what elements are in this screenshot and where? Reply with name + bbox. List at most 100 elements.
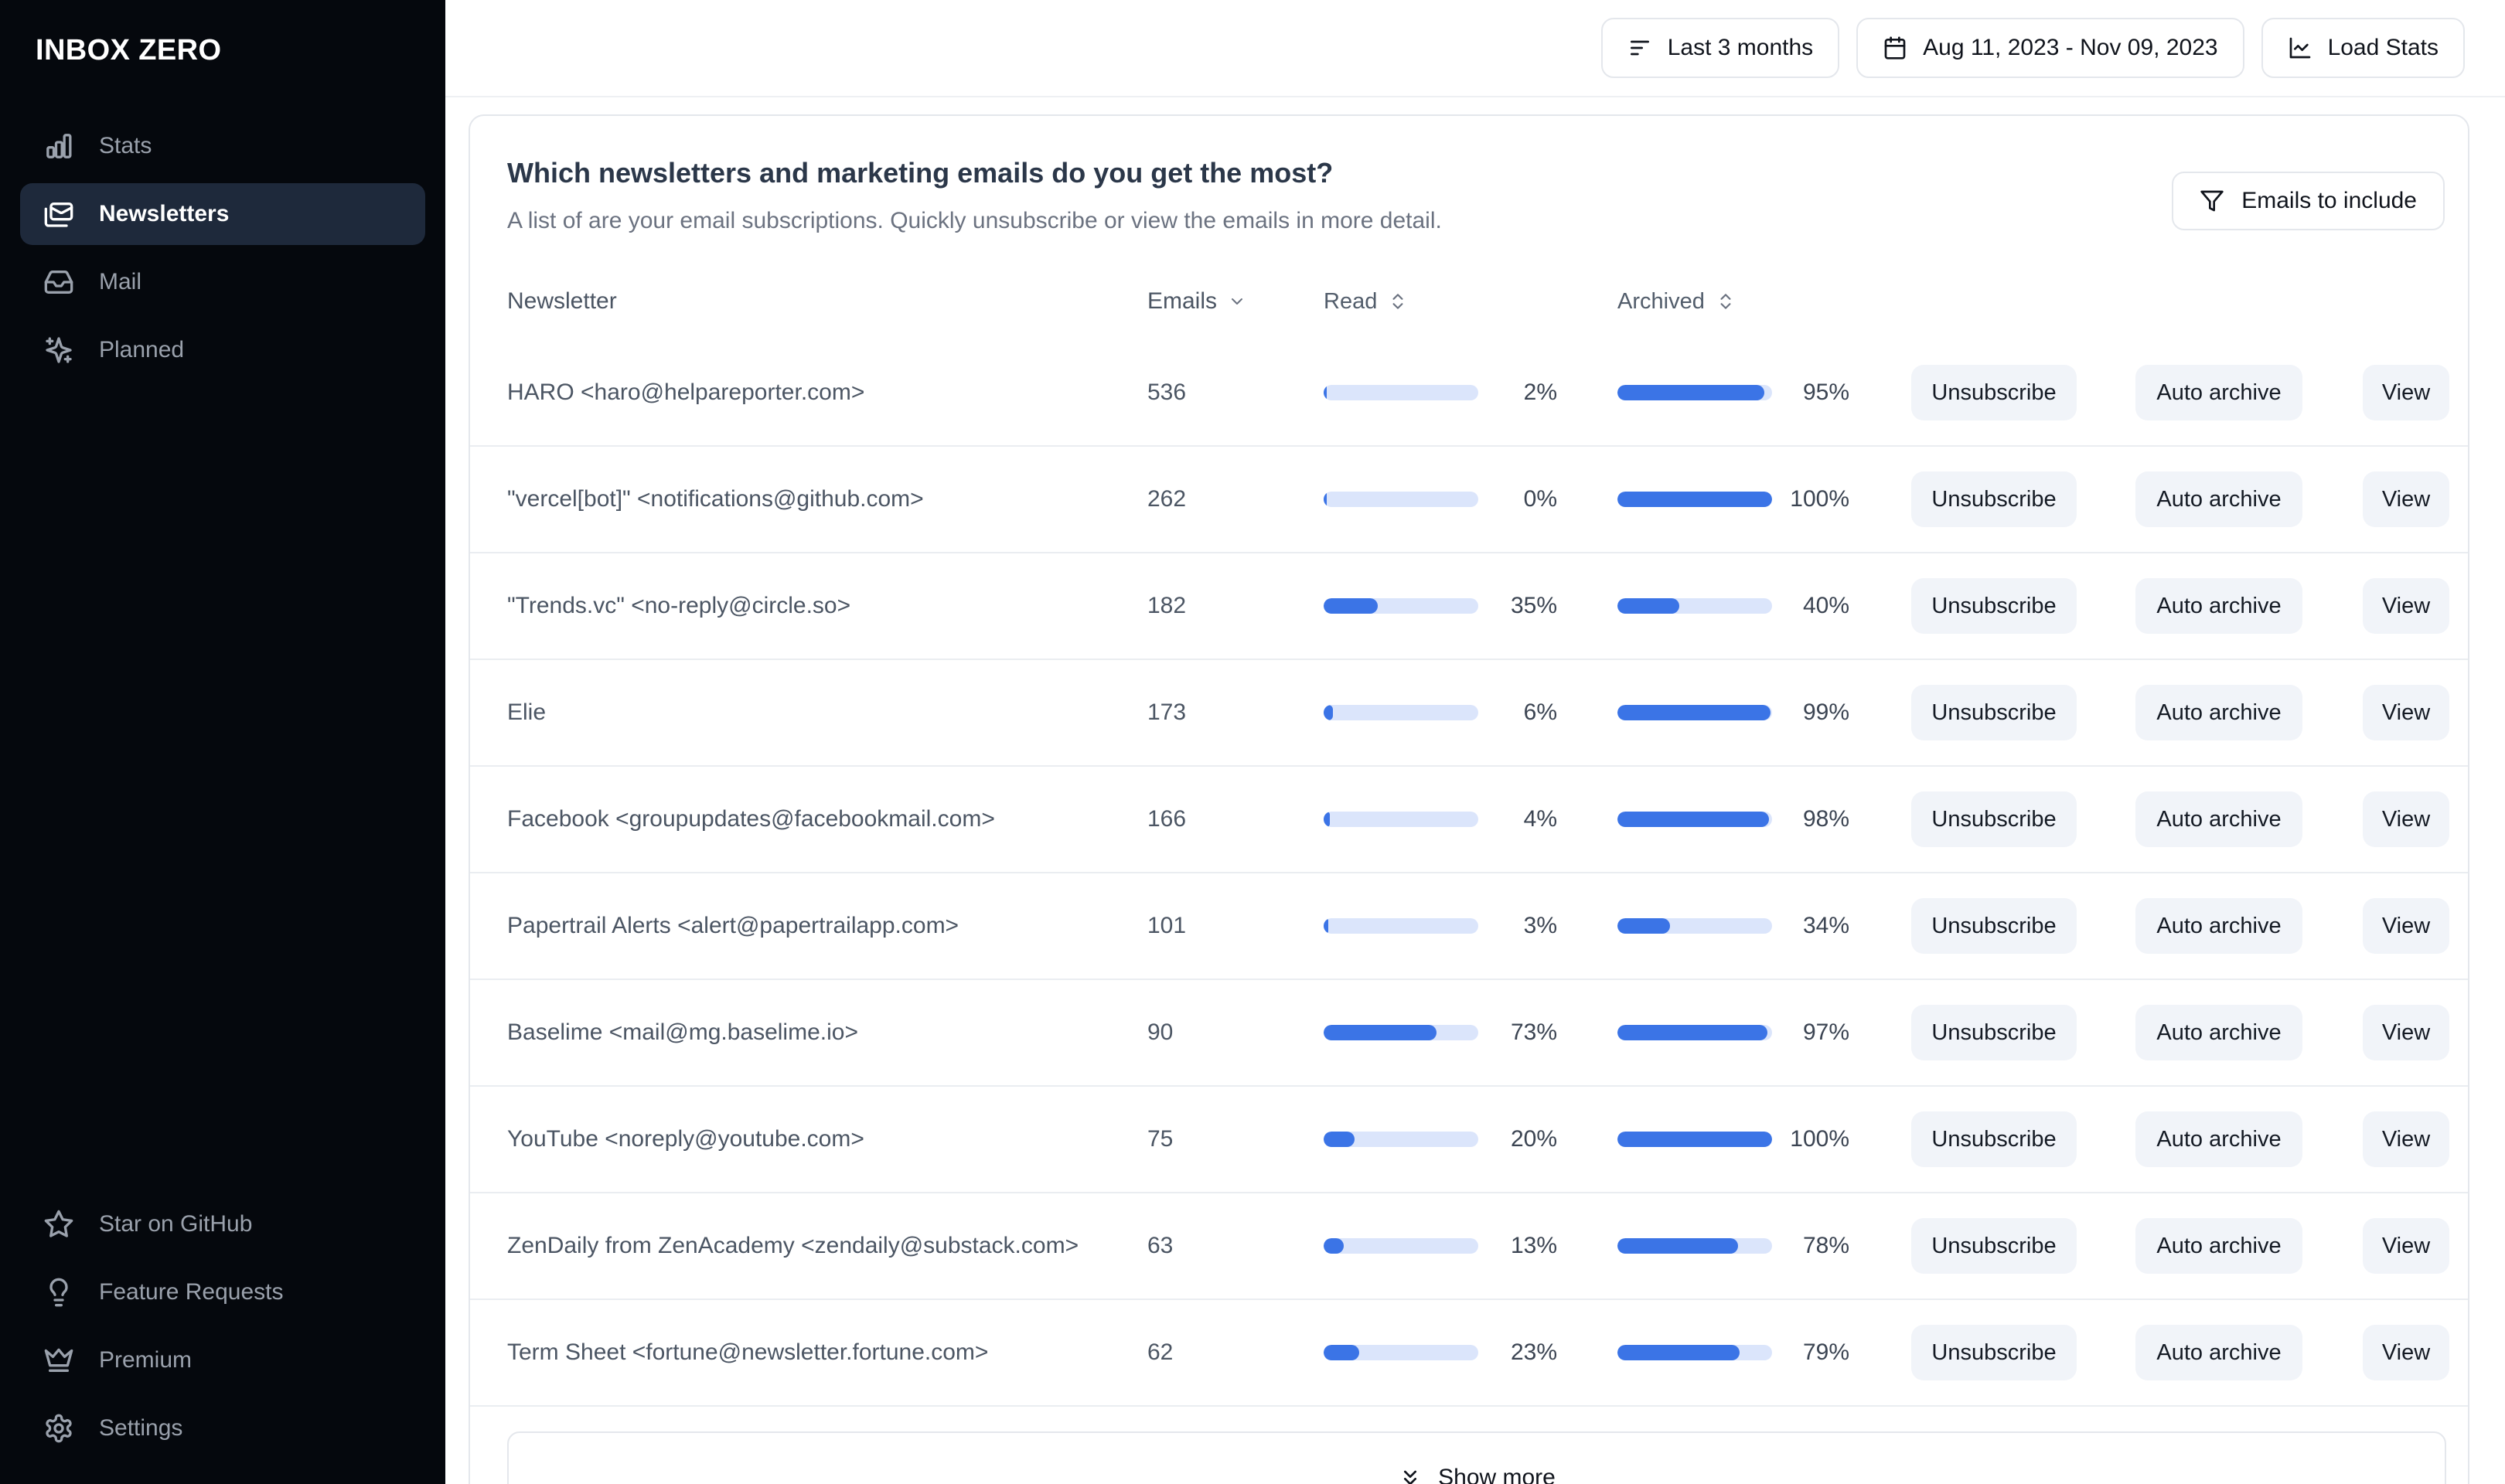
archived-cell: 34%	[1617, 913, 1849, 939]
archived-progress-fill	[1617, 1238, 1738, 1254]
unsubscribe-button[interactable]: Unsubscribe	[1911, 365, 2077, 420]
auto-archive-button[interactable]: Auto archive	[2135, 1325, 2302, 1380]
archived-progress-fill	[1617, 385, 1764, 400]
read-progress-fill	[1324, 598, 1378, 614]
auto-archive-button[interactable]: Auto archive	[2135, 1218, 2302, 1274]
show-more-button[interactable]: Show more	[507, 1431, 2446, 1484]
read-progress-bar	[1324, 1025, 1478, 1040]
view-button[interactable]: View	[2363, 898, 2449, 954]
read-progress-bar	[1324, 385, 1478, 400]
emails-count: 173	[1147, 699, 1187, 725]
view-button[interactable]: View	[2363, 1005, 2449, 1060]
newsletter-name: Term Sheet <fortune@newsletter.fortune.c…	[507, 1339, 989, 1365]
unsubscribe-button[interactable]: Unsubscribe	[1911, 898, 2077, 954]
view-button[interactable]: View	[2363, 1218, 2449, 1274]
table-row: YouTube <noreply@youtube.com> 75 20% 100% Un…	[470, 1087, 2468, 1193]
auto-archive-button[interactable]: Auto archive	[2135, 1005, 2302, 1060]
unsubscribe-button[interactable]: Unsubscribe	[1911, 1111, 2077, 1167]
sidebar-item-feature-requests[interactable]: Feature Requests	[20, 1261, 425, 1323]
header-archived[interactable]: Archived	[1617, 289, 1849, 315]
read-cell: 4%	[1324, 806, 1557, 832]
read-percent: 3%	[1523, 913, 1557, 938]
sidebar-footer-nav: Star on GitHub Feature Requests Premium Set…	[0, 1193, 445, 1484]
unsubscribe-button[interactable]: Unsubscribe	[1911, 578, 2077, 634]
header-read-label: Read	[1324, 288, 1378, 314]
sidebar-item-stats[interactable]: Stats	[20, 115, 425, 177]
archived-progress-bar	[1617, 598, 1772, 614]
sidebar-item-label: Feature Requests	[99, 1279, 284, 1305]
sidebar-item-label: Stats	[99, 133, 152, 158]
unsubscribe-button[interactable]: Unsubscribe	[1911, 1218, 2077, 1274]
auto-archive-button[interactable]: Auto archive	[2135, 365, 2302, 420]
page-subtitle: A list of are your email subscriptions. …	[507, 208, 1442, 233]
sidebar-item-star-on-github[interactable]: Star on GitHub	[20, 1193, 425, 1255]
sidebar-item-mail[interactable]: Mail	[20, 251, 425, 313]
view-button[interactable]: View	[2363, 365, 2449, 420]
archived-percent: 78%	[1802, 1233, 1849, 1258]
read-percent: 13%	[1510, 1233, 1557, 1258]
auto-archive-button[interactable]: Auto archive	[2135, 1111, 2302, 1167]
read-progress-bar	[1324, 812, 1478, 827]
archived-progress-bar	[1617, 1238, 1772, 1254]
chevrons-down-icon	[1398, 1465, 1423, 1484]
archived-progress-bar	[1617, 705, 1772, 720]
read-percent: 73%	[1510, 1019, 1557, 1045]
view-button[interactable]: View	[2363, 1325, 2449, 1380]
read-progress-bar	[1324, 1345, 1478, 1360]
read-progress-bar	[1324, 1132, 1478, 1147]
view-button[interactable]: View	[2363, 471, 2449, 527]
table-row: Facebook <groupupdates@facebookmail.com>…	[470, 767, 2468, 873]
topbar: Last 3 months Aug 11, 2023 - Nov 09, 202…	[445, 0, 2505, 97]
app-window: INBOX ZERO Stats Newsletters Mail Planned S…	[0, 0, 2505, 1484]
view-button[interactable]: View	[2363, 1111, 2449, 1167]
unsubscribe-button[interactable]: Unsubscribe	[1911, 1005, 2077, 1060]
unsubscribe-button[interactable]: Unsubscribe	[1911, 685, 2077, 740]
read-progress-bar	[1324, 705, 1478, 720]
read-progress-bar	[1324, 1238, 1478, 1254]
archived-progress-bar	[1617, 812, 1772, 827]
archived-progress-bar	[1617, 1132, 1772, 1147]
sidebar-item-newsletters[interactable]: Newsletters	[20, 183, 425, 245]
emails-count: 182	[1147, 593, 1187, 618]
emails-to-include-label: Emails to include	[2241, 188, 2417, 213]
auto-archive-button[interactable]: Auto archive	[2135, 898, 2302, 954]
sidebar: INBOX ZERO Stats Newsletters Mail Planned S…	[0, 0, 445, 1484]
read-progress-bar	[1324, 918, 1478, 934]
view-button[interactable]: View	[2363, 791, 2449, 847]
unsubscribe-button[interactable]: Unsubscribe	[1911, 471, 2077, 527]
table-row: Baselime <mail@mg.baselime.io> 90 73% 97% Un…	[470, 980, 2468, 1087]
date-preset-button[interactable]: Last 3 months	[1600, 18, 1840, 78]
read-percent: 35%	[1510, 593, 1557, 618]
sidebar-item-label: Star on GitHub	[99, 1211, 253, 1237]
archived-progress-fill	[1617, 1132, 1772, 1147]
header-emails[interactable]: Emails	[1147, 288, 1324, 315]
table-row: ZenDaily from ZenAcademy <zendaily@subst…	[470, 1193, 2468, 1300]
crown-icon	[43, 1345, 74, 1376]
auto-archive-button[interactable]: Auto archive	[2135, 471, 2302, 527]
lightbulb-icon	[43, 1277, 74, 1308]
emails-count: 536	[1147, 380, 1187, 405]
header-read[interactable]: Read	[1324, 289, 1557, 315]
view-button[interactable]: View	[2363, 578, 2449, 634]
read-cell: 73%	[1324, 1019, 1557, 1046]
emails-to-include-button[interactable]: Emails to include	[2172, 172, 2445, 230]
newsletter-name: "Trends.vc" <no-reply@circle.so>	[507, 593, 851, 618]
load-stats-button[interactable]: Load Stats	[2261, 18, 2465, 78]
view-button[interactable]: View	[2363, 685, 2449, 740]
table-row: Elie 173 6% 99% Unsubscribe Auto archive View	[470, 660, 2468, 767]
sidebar-item-label: Newsletters	[99, 201, 230, 226]
header-newsletter[interactable]: Newsletter	[507, 288, 1147, 315]
table-row: "Trends.vc" <no-reply@circle.so> 182 35% 40…	[470, 553, 2468, 660]
unsubscribe-button[interactable]: Unsubscribe	[1911, 791, 2077, 847]
auto-archive-button[interactable]: Auto archive	[2135, 791, 2302, 847]
date-range-button[interactable]: Aug 11, 2023 - Nov 09, 2023	[1856, 18, 2244, 78]
sidebar-item-settings[interactable]: Settings	[20, 1397, 425, 1459]
archived-progress-fill	[1617, 598, 1679, 614]
auto-archive-button[interactable]: Auto archive	[2135, 685, 2302, 740]
page-title: Which newsletters and marketing emails d…	[507, 157, 1334, 189]
sidebar-item-premium[interactable]: Premium	[20, 1329, 425, 1391]
auto-archive-button[interactable]: Auto archive	[2135, 578, 2302, 634]
sidebar-item-planned[interactable]: Planned	[20, 319, 425, 381]
list-filter-icon	[1627, 36, 1652, 60]
unsubscribe-button[interactable]: Unsubscribe	[1911, 1325, 2077, 1380]
